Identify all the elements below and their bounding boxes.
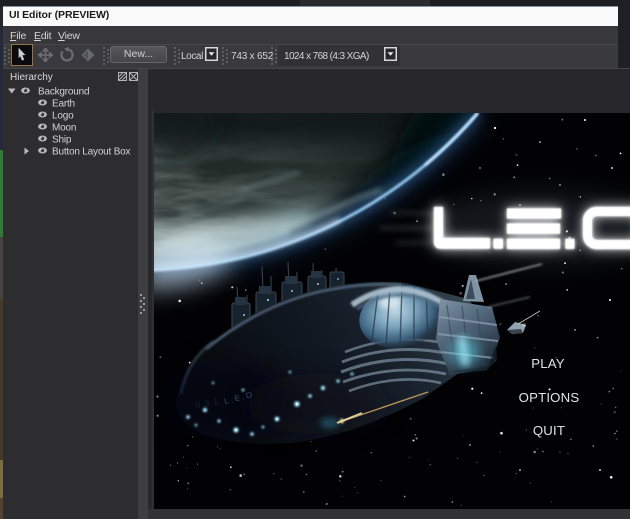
svg-text:PLAY: PLAY bbox=[531, 356, 565, 371]
svg-text:Logo: Logo bbox=[52, 111, 74, 122]
svg-text:Background: Background bbox=[38, 87, 89, 98]
svg-text:Ship: Ship bbox=[52, 135, 72, 146]
svg-text:QUIT: QUIT bbox=[533, 423, 565, 438]
svg-text:Moon: Moon bbox=[52, 123, 76, 134]
svg-text:Button Layout Box: Button Layout Box bbox=[52, 147, 131, 158]
svg-text:OPTIONS: OPTIONS bbox=[519, 390, 580, 405]
svg-text:Earth: Earth bbox=[52, 99, 75, 110]
